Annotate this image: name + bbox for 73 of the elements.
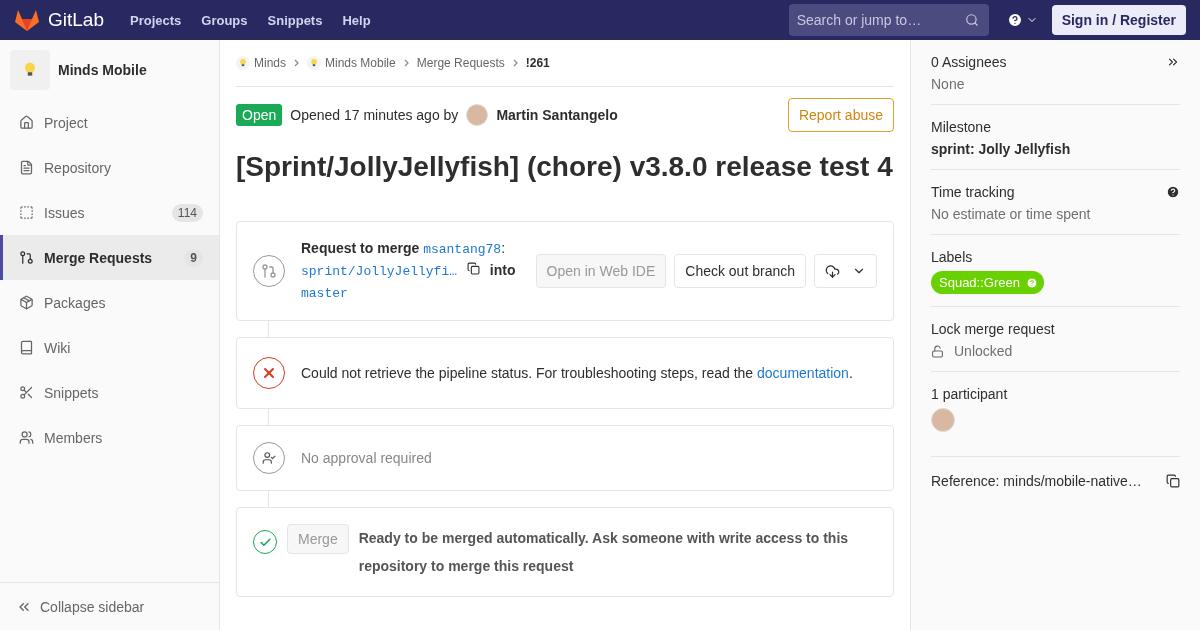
nav-icon xyxy=(19,115,34,130)
assignees-title: 0 Assignees xyxy=(931,54,1007,70)
nav-icon xyxy=(19,385,34,400)
help-icon[interactable] xyxy=(1166,185,1180,199)
nav-icon xyxy=(19,430,34,445)
search-icon xyxy=(964,13,979,27)
merge-status-text: Ready to be merged automatically. Ask someone with write access to this repository to merge this request xyxy=(358,529,850,576)
author-name[interactable]: Martin Santangelo xyxy=(496,107,618,123)
nav-icon xyxy=(19,340,34,355)
into-text: into xyxy=(489,262,516,278)
breadcrumb-link[interactable]: Minds Mobile xyxy=(325,56,396,70)
time-tracking-value: No estimate or time spent xyxy=(931,206,1092,222)
fox-logo[interactable] xyxy=(14,8,40,32)
status-badge: Open xyxy=(236,104,283,126)
breadcrumb-link[interactable]: !261 xyxy=(525,56,550,70)
nav-icon xyxy=(19,205,34,220)
sidebar-item[interactable]: Packages xyxy=(0,280,219,325)
milestone-value[interactable]: sprint: Jolly Jellyfish xyxy=(931,141,1180,157)
lock-title: Lock merge request xyxy=(931,321,1056,337)
documentation-link[interactable]: documentation xyxy=(757,365,849,381)
nav-link[interactable]: Groups xyxy=(201,12,248,28)
opened-text: Opened 17 minutes ago by xyxy=(290,107,459,123)
count-badge: 114 xyxy=(171,203,203,222)
sidebar-item[interactable]: Project xyxy=(0,100,219,145)
sidebar-item[interactable]: Wiki xyxy=(0,325,219,370)
sidebar-item[interactable]: Merge Requests 9 xyxy=(0,235,219,280)
nav-link[interactable]: Help xyxy=(342,12,371,28)
nav-icon xyxy=(19,160,34,175)
cloud-download-icon xyxy=(825,263,840,279)
reference-text: Reference: minds/mobile-native… xyxy=(931,473,1142,489)
merge-request-title: [Sprint/JollyJellyfish] (chore) v3.8.0 release test 4 xyxy=(236,151,894,183)
sidebar-item[interactable]: Members xyxy=(0,415,219,460)
time-tracking-title: Time tracking xyxy=(931,184,1015,200)
expand-icon[interactable] xyxy=(1166,55,1180,69)
search-field[interactable]: Search or jump to… xyxy=(788,4,989,36)
request-text: Request to merge xyxy=(301,240,420,256)
checkout-branch-button[interactable]: Check out branch xyxy=(674,254,806,288)
pipeline-message: Could not retrieve the pipeline status. For troubleshooting steps, read the documentation. xyxy=(301,365,853,381)
help-dropdown[interactable] xyxy=(1006,12,1038,28)
breadcrumb-link[interactable]: Minds xyxy=(254,56,286,70)
sidebar-item[interactable]: Snippets xyxy=(0,370,219,415)
copy-icon[interactable] xyxy=(466,262,480,275)
help-icon xyxy=(1025,276,1038,289)
milestone-title: Milestone xyxy=(931,119,992,135)
download-dropdown[interactable] xyxy=(814,254,877,288)
participants-title: 1 participant xyxy=(931,386,1009,402)
nav-icon xyxy=(19,250,34,265)
breadcrumb-link[interactable]: Merge Requests xyxy=(416,56,505,70)
report-abuse-button[interactable]: Report abuse xyxy=(787,98,894,132)
assignees-value: None xyxy=(931,76,966,92)
chevron-right-icon xyxy=(512,59,518,67)
chevron-right-icon xyxy=(403,59,409,67)
help-icon xyxy=(1006,12,1023,28)
nav-link[interactable]: Snippets xyxy=(267,12,323,28)
copy-icon[interactable] xyxy=(1166,474,1180,488)
brand-name[interactable]: GitLab xyxy=(48,9,104,31)
sidebar-item[interactable]: Repository xyxy=(0,145,219,190)
lock-value: Unlocked xyxy=(954,343,1013,359)
sidebar-item[interactable]: Issues 114 xyxy=(0,190,219,235)
collapse-sidebar-button[interactable]: Collapse sidebar xyxy=(0,582,219,630)
labels-title: Labels xyxy=(931,249,974,265)
padlock-icon xyxy=(931,344,944,358)
approval-text: No approval required xyxy=(301,450,432,466)
separator-text: : xyxy=(501,240,506,256)
project-name[interactable]: Minds Mobile xyxy=(58,62,147,78)
nav-icon xyxy=(19,295,34,310)
count-badge: 9 xyxy=(184,248,203,267)
source-branch-link[interactable]: sprint/JollyJellyfi… xyxy=(301,264,458,279)
target-branch-link[interactable]: master xyxy=(301,286,348,301)
source-user-link[interactable]: msantang78 xyxy=(423,242,502,257)
chevron-right-icon xyxy=(294,59,299,67)
nav-link[interactable]: Projects xyxy=(130,12,182,28)
sign-in-button[interactable]: Sign in / Register xyxy=(1051,5,1186,35)
